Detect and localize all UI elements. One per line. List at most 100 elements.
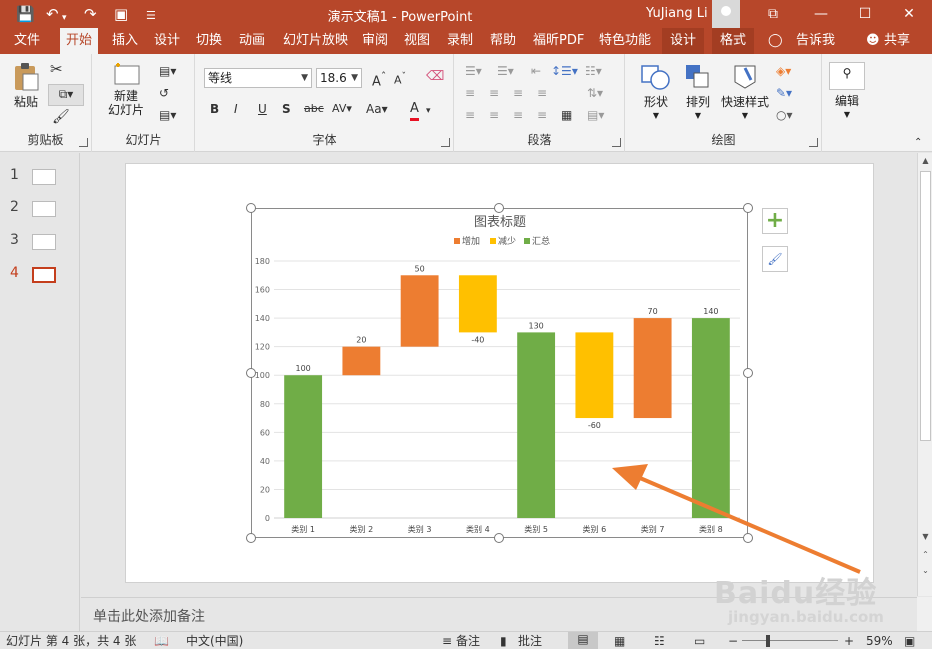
slide-thumbnail[interactable]: 1: [0, 166, 80, 188]
tab-foxit-pdf[interactable]: 福昕PDF: [533, 32, 584, 50]
italic-icon[interactable]: I: [234, 100, 238, 118]
notes-scrollbar[interactable]: [917, 597, 932, 631]
tab-design[interactable]: 设计: [154, 32, 180, 50]
chart-styles-brush-icon[interactable]: 🖌: [762, 246, 788, 272]
slide-thumbnail[interactable]: 3: [0, 231, 80, 253]
tab-special-features[interactable]: 特色功能: [599, 32, 651, 50]
arrange-button[interactable]: 排列 ▼: [678, 62, 718, 123]
align-text-center-icon[interactable]: ≡: [489, 106, 499, 124]
convert-smartart-icon[interactable]: ▤▾: [587, 106, 604, 124]
maximize-icon[interactable]: ☐: [850, 2, 880, 26]
collapse-ribbon-icon[interactable]: ⌃: [914, 134, 922, 152]
resize-handle[interactable]: [246, 203, 256, 213]
text-direction-icon[interactable]: ⇅▾: [587, 84, 603, 102]
vertical-scrollbar[interactable]: ▲ ▼ ⌃ ⌄: [917, 153, 932, 596]
language-indicator[interactable]: 中文(中国): [186, 634, 243, 648]
format-painter-icon[interactable]: 🖌: [52, 108, 70, 126]
chart-legend[interactable]: 增加 减少 汇总: [454, 235, 550, 247]
decrease-font-icon[interactable]: Aˇ: [394, 68, 406, 90]
find-icon[interactable]: ⚲: [829, 62, 865, 90]
bullets-icon[interactable]: ☰▾: [465, 62, 482, 80]
font-color-icon[interactable]: A: [410, 100, 419, 121]
slideshow-icon[interactable]: ▭: [694, 634, 705, 648]
clear-formatting-icon[interactable]: ⌫: [426, 68, 444, 86]
clipboard-launcher-icon[interactable]: [79, 138, 88, 147]
tab-chart-format[interactable]: 格式: [712, 28, 755, 54]
character-spacing-icon[interactable]: AV▾: [332, 100, 352, 118]
user-name[interactable]: YuJiang Li: [646, 6, 708, 21]
zoom-in-icon[interactable]: +: [844, 634, 854, 648]
zoom-slider[interactable]: [742, 640, 838, 641]
slide-sorter-icon[interactable]: ▦: [614, 634, 625, 648]
tab-review[interactable]: 审阅: [362, 32, 388, 50]
close-icon[interactable]: ✕: [894, 2, 924, 26]
zoom-slider-thumb[interactable]: [766, 635, 770, 647]
previous-slide-icon[interactable]: ⌃: [918, 547, 932, 563]
ribbon-display-options-icon[interactable]: ⧉: [758, 2, 788, 26]
numbering-icon[interactable]: ☰▾: [497, 62, 514, 80]
share-icon[interactable]: ☻: [866, 32, 880, 50]
tell-me-search[interactable]: 告诉我: [796, 32, 835, 50]
font-launcher-icon[interactable]: [441, 138, 450, 147]
resize-handle[interactable]: [246, 533, 256, 543]
resize-handle[interactable]: [246, 368, 256, 378]
smartart-icon[interactable]: ▦: [561, 106, 572, 124]
justify-icon[interactable]: ≡: [537, 84, 547, 102]
bold-icon[interactable]: B: [210, 100, 219, 118]
tab-home[interactable]: 开始: [60, 28, 99, 54]
scroll-up-icon[interactable]: ▲: [918, 153, 932, 169]
copy-icon[interactable]: ⧉▾: [48, 84, 84, 106]
shadow-icon[interactable]: S: [282, 100, 291, 118]
editing-button[interactable]: 编辑 ▼: [823, 94, 871, 122]
zoom-out-icon[interactable]: −: [728, 634, 738, 648]
zoom-level[interactable]: 59%: [866, 634, 893, 648]
columns-icon[interactable]: ☷▾: [585, 62, 602, 80]
tab-view[interactable]: 视图: [404, 32, 430, 50]
tab-chart-design[interactable]: 设计: [662, 28, 705, 54]
minimize-icon[interactable]: —: [806, 2, 836, 26]
avatar[interactable]: [712, 0, 740, 28]
increase-font-icon[interactable]: Aˆ: [372, 68, 386, 91]
resize-handle[interactable]: [494, 203, 504, 213]
tab-file[interactable]: 文件: [14, 32, 40, 50]
align-left-icon[interactable]: ≡: [465, 84, 475, 102]
reset-icon[interactable]: ↺: [159, 84, 169, 102]
slide-thumbnail[interactable]: 2: [0, 198, 80, 220]
comments-icon[interactable]: ▮: [500, 634, 507, 648]
tab-record[interactable]: 录制: [447, 32, 473, 50]
normal-view-icon[interactable]: ▤: [568, 632, 598, 649]
shape-outline-icon[interactable]: ✎▾: [776, 84, 792, 102]
tab-slide-show[interactable]: 幻灯片放映: [283, 32, 348, 50]
share-button[interactable]: 共享: [884, 32, 910, 50]
slide-thumbnail-active[interactable]: 4: [0, 264, 80, 286]
tab-animations[interactable]: 动画: [239, 32, 265, 50]
notes-icon[interactable]: ≡: [442, 634, 452, 648]
cut-icon[interactable]: ✂: [50, 60, 63, 78]
align-text-icon[interactable]: ≡: [465, 106, 475, 124]
font-name-combo[interactable]: 等线 ▼: [204, 68, 312, 88]
reading-view-icon[interactable]: ☷: [654, 634, 665, 648]
quick-styles-button[interactable]: 快速样式 ▼: [720, 62, 770, 123]
shape-button[interactable]: 形状 ▼: [636, 62, 676, 123]
tab-transitions[interactable]: 切换: [196, 32, 222, 50]
align-right-icon[interactable]: ≡: [513, 84, 523, 102]
section-icon[interactable]: ▤▾: [159, 106, 176, 124]
chart-elements-plus-icon[interactable]: +: [762, 208, 788, 234]
paragraph-launcher-icon[interactable]: [612, 138, 621, 147]
tab-help[interactable]: 帮助: [490, 32, 516, 50]
resize-handle[interactable]: [494, 533, 504, 543]
notes-button[interactable]: 备注: [456, 634, 480, 648]
paste-button[interactable]: 粘贴: [8, 62, 44, 109]
font-size-combo[interactable]: 18.6 ▼: [316, 68, 362, 88]
scrollbar-thumb[interactable]: [920, 171, 931, 441]
comments-button[interactable]: 批注: [518, 634, 542, 648]
strikethrough-icon[interactable]: abc: [304, 100, 324, 118]
resize-handle[interactable]: [743, 203, 753, 213]
line-spacing-icon[interactable]: ↕☰▾: [551, 62, 578, 80]
chevron-down-icon[interactable]: ▾: [426, 102, 431, 120]
chart-title[interactable]: 图表标题: [474, 215, 526, 230]
next-slide-icon[interactable]: ⌄: [918, 563, 932, 579]
drawing-launcher-icon[interactable]: [809, 138, 818, 147]
decrease-indent-icon[interactable]: ⇤: [531, 62, 541, 80]
underline-icon[interactable]: U: [258, 100, 267, 118]
